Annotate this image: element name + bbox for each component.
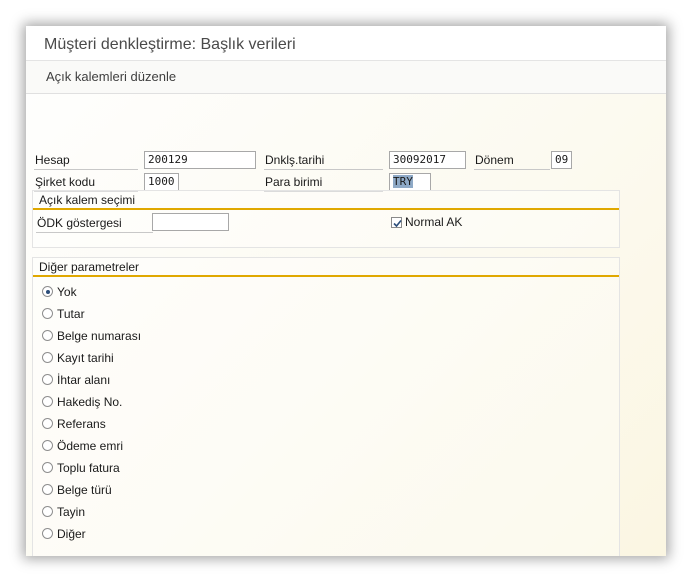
odk-label: ÖDK göstergesi	[36, 214, 153, 233]
radio-option-label: Kayıt tarihi	[57, 351, 114, 365]
radio-option-label: Ödeme emri	[57, 439, 124, 453]
radio-option-label: İhtar alanı	[57, 373, 111, 387]
para-birimi-input[interactable]: TRY	[389, 173, 431, 191]
diger-title: Diğer parametreler	[39, 260, 140, 274]
group-divider	[33, 208, 619, 210]
radio-button-icon[interactable]	[42, 308, 53, 319]
window-title: Müşteri denkleştirme: Başlık verileri	[44, 36, 296, 53]
normal-ak-label: Normal AK	[405, 215, 463, 229]
radio-button-icon[interactable]	[42, 506, 53, 517]
radio-option-label: Hakediş No.	[57, 395, 123, 409]
para-birimi-value: TRY	[393, 175, 413, 188]
dnk-tarihi-label: Dnklş.tarihi	[264, 151, 383, 170]
radio-option-label: Referans	[57, 417, 106, 431]
acik-kalem-title: Açık kalem seçimi	[39, 193, 136, 207]
radio-option-label: Diğer	[57, 527, 86, 541]
radio-button-icon[interactable]	[42, 418, 53, 429]
diger-parametreler-group: Diğer parametreler Yok Tutar Belge numaras…	[32, 257, 620, 556]
radio-option-label: Tutar	[57, 307, 85, 321]
odk-input[interactable]	[152, 213, 229, 231]
application-toolbar: Açık kalemleri düzenle	[26, 61, 666, 94]
hesap-label: Hesap	[34, 151, 138, 170]
acik-kalem-group: Açık kalem seçimi ÖDK göstergesi Normal …	[32, 190, 620, 248]
radio-button-icon[interactable]	[42, 528, 53, 539]
sirket-kodu-input[interactable]: 1000	[144, 173, 179, 191]
radio-button-icon[interactable]	[42, 462, 53, 473]
group-divider	[33, 275, 619, 277]
radio-option-label: Yok	[57, 285, 77, 299]
edit-open-items-button[interactable]: Açık kalemleri düzenle	[46, 69, 176, 84]
radio-option-label: Tayin	[57, 505, 86, 519]
radio-button-icon[interactable]	[42, 286, 53, 297]
dnk-tarihi-input[interactable]: 30092017	[389, 151, 466, 169]
hesap-input[interactable]: 200129	[144, 151, 256, 169]
radio-button-icon[interactable]	[42, 330, 53, 341]
radio-option-label: Belge numarası	[57, 329, 142, 343]
donem-input[interactable]: 09	[551, 151, 572, 169]
radio-button-icon[interactable]	[42, 440, 53, 451]
radio-option-label: Toplu fatura	[57, 461, 120, 475]
title-bar: Müşteri denkleştirme: Başlık verileri	[26, 26, 666, 61]
normal-ak-checkbox[interactable]	[391, 217, 402, 228]
checkmark-icon	[393, 219, 402, 228]
radio-button-icon[interactable]	[42, 352, 53, 363]
main-content: Hesap 200129 Dnklş.tarihi 30092017 Dönem…	[26, 94, 666, 556]
sap-window: Müşteri denkleştirme: Başlık verileri Aç…	[26, 26, 666, 556]
donem-label: Dönem	[474, 151, 550, 170]
radio-option-label: Belge türü	[57, 483, 112, 497]
radio-button-icon[interactable]	[42, 396, 53, 407]
radio-button-icon[interactable]	[42, 484, 53, 495]
radio-button-icon[interactable]	[42, 374, 53, 385]
